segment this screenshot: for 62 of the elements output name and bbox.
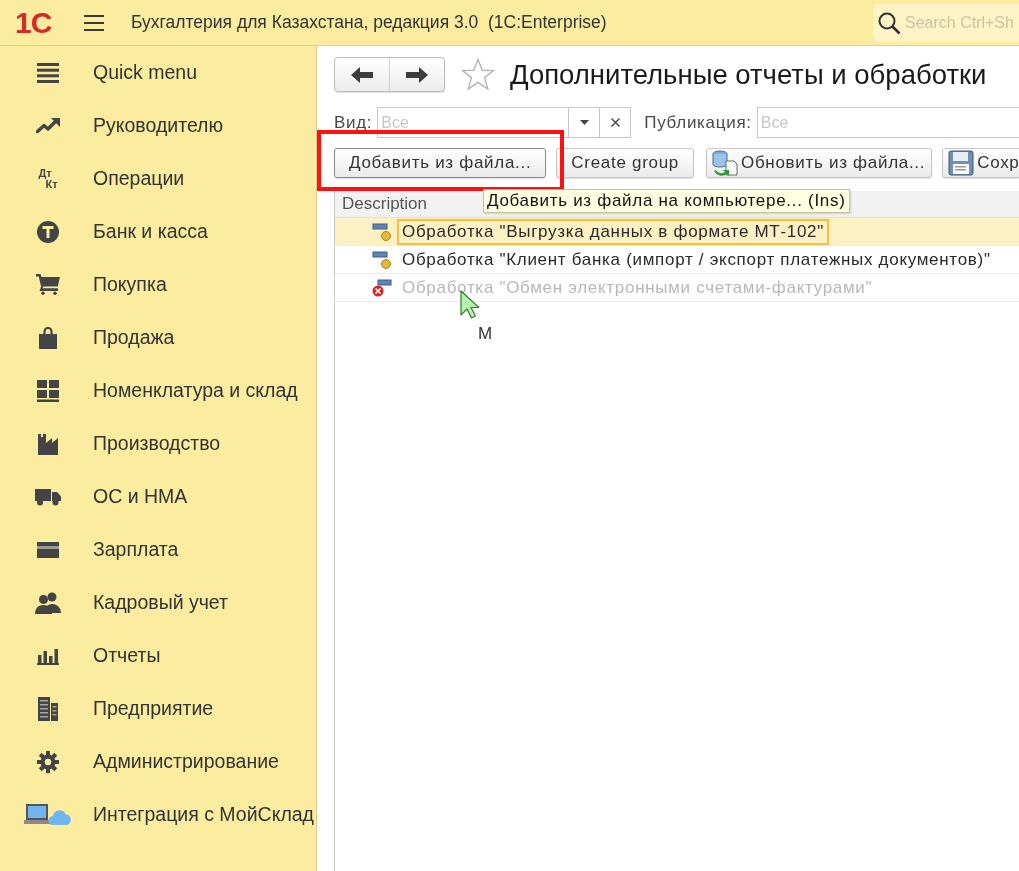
truck-icon: [35, 487, 61, 506]
star-icon[interactable]: [461, 57, 495, 92]
sidebar-item[interactable]: Банк и касса: [0, 205, 316, 258]
sidebar-item[interactable]: Кадровый учет: [0, 576, 316, 629]
toolbar-button[interactable]: Create group: [556, 148, 694, 178]
filter-label: Вид:: [334, 112, 373, 133]
trending-up-icon: [36, 117, 60, 134]
toolbar-button[interactable]: Сохр: [942, 148, 1019, 178]
menu-icon[interactable]: [84, 14, 104, 31]
right-arrow-icon: [405, 65, 429, 84]
sidebar-item[interactable]: Quick menu: [0, 46, 316, 99]
page-title: Дополнительные отчеты и обработки: [510, 58, 987, 91]
sidebar-item[interactable]: Продажа: [0, 311, 316, 364]
table-row[interactable]: Обработка "Клиент банка (импорт / экспорт платежных документов)": [335, 246, 1019, 274]
database-refresh-icon: [712, 150, 738, 176]
sidebar-item[interactable]: Отчеты: [0, 629, 316, 682]
table-cell-text: Обработка "Обмен электронными счетами-фактурами": [401, 276, 874, 299]
gear-icon: [37, 750, 59, 773]
sidebar-item[interactable]: Номенклатура и склад: [0, 364, 316, 417]
toolbar-button[interactable]: Обновить из файла...: [706, 148, 933, 178]
card-icon: [37, 541, 59, 558]
select-field[interactable]: Все: [756, 107, 1019, 138]
bar-with-dot-icon: [372, 221, 392, 242]
coin-icon: [37, 220, 59, 243]
app-title: Бухгалтерия для Казахстана, редакция 3.0 (1C:Enterprise): [131, 12, 607, 33]
icon-label: Кт: [44, 178, 58, 190]
left-arrow-icon: [350, 65, 374, 84]
search-icon: [877, 10, 901, 35]
building-icon: [38, 696, 58, 721]
bar-chart-icon: [37, 646, 59, 665]
icon-label: Дт: [38, 167, 52, 179]
filter-label: Публикация:: [644, 112, 752, 133]
laptop-cloud-icon: [24, 803, 72, 826]
sidebar-item[interactable]: Производство: [0, 417, 316, 470]
bar-with-error-icon: [372, 277, 392, 298]
bag-icon: [38, 326, 58, 349]
sidebar-item[interactable]: Зарплата: [0, 523, 316, 576]
sidebar-item[interactable]: Администрирование: [0, 735, 316, 788]
sidebar-item[interactable]: Предприятие: [0, 682, 316, 735]
table-row[interactable]: Обработка "Выгрузка данных в формате МТ-102": [335, 218, 1019, 246]
grid-icon: [37, 379, 59, 402]
forward-button[interactable]: [389, 57, 445, 92]
toolbar-button[interactable]: Добавить из файла...: [334, 148, 547, 178]
caret-icon: [579, 120, 589, 125]
tooltip: Добавить из файла на компьютере... (Ins): [483, 189, 850, 213]
sidebar-item[interactable]: Руководителю: [0, 99, 316, 152]
table-cell-text: Обработка "Клиент банка (импорт / экспорт платежных документов)": [401, 248, 992, 271]
sidebar-item[interactable]: Интеграция с МойСклад: [0, 788, 316, 841]
sidebar-item[interactable]: Покупка: [0, 258, 316, 311]
bar-with-dot-icon: [372, 249, 392, 270]
sidebar-item[interactable]: ОС и НМА: [0, 470, 316, 523]
close-icon: [610, 118, 620, 127]
list-icon: [37, 62, 59, 83]
people-icon: [35, 591, 61, 614]
back-button[interactable]: [334, 57, 390, 92]
cart-icon: [36, 274, 60, 295]
app-logo: 1C: [15, 8, 53, 37]
sidebar-item[interactable]: Дт Кт Операции: [0, 152, 316, 205]
factory-icon: [37, 432, 59, 455]
table-cell: Обработка "Выгрузка данных в формате МТ-102": [397, 218, 829, 245]
dropdown-button[interactable]: [569, 107, 601, 138]
cursor-label: M: [478, 324, 493, 344]
